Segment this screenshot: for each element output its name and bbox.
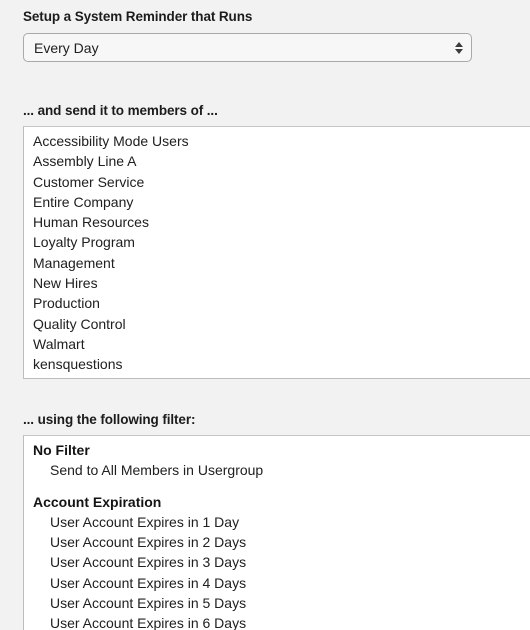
schedule-heading: Setup a System Reminder that Runs [23, 9, 253, 24]
usergroup-option[interactable]: Production [24, 293, 530, 313]
reminder-setup-form: Setup a System Reminder that Runs Every … [0, 0, 530, 630]
filter-listbox[interactable]: No Filter Send to All Members in Usergrou… [23, 435, 530, 630]
filter-heading: ... using the following filter: [23, 412, 196, 427]
filter-optgroup-label: No Filter [33, 442, 90, 458]
filter-option[interactable]: User Account Expires in 3 Days [24, 552, 530, 572]
filter-option[interactable]: Send to All Members in Usergroup [24, 460, 530, 480]
usergroup-listbox[interactable]: Accessibility Mode Users Assembly Line AC… [23, 126, 530, 379]
usergroup-option[interactable]: kensquestions [24, 354, 530, 374]
usergroup-option[interactable]: Assembly Line A [24, 151, 530, 171]
usergroup-option[interactable]: Walmart [24, 334, 530, 354]
members-heading: ... and send it to members of ... [23, 103, 218, 118]
schedule-frequency-value: Every Day [34, 39, 99, 56]
select-stepper-arrows-icon[interactable] [447, 34, 471, 61]
filter-option[interactable]: User Account Expires in 6 Days [24, 613, 530, 630]
usergroup-option[interactable]: Customer Service [24, 172, 530, 192]
filter-optgroup-label: Account Expiration [33, 493, 162, 510]
triangle-up-icon [455, 41, 463, 47]
usergroup-option[interactable]: Entire Company [24, 192, 530, 212]
usergroup-option[interactable]: New Hires [24, 273, 530, 293]
schedule-frequency-select[interactable]: Every Day [23, 33, 472, 62]
usergroup-option[interactable]: Human Resources [24, 212, 530, 232]
filter-option[interactable]: User Account Expires in 5 Days [24, 593, 530, 613]
optgroup-spacer [24, 481, 530, 492]
filter-option[interactable]: User Account Expires in 4 Days [24, 573, 530, 593]
filter-option[interactable]: User Account Expires in 1 Day [24, 512, 530, 532]
usergroup-option[interactable]: Accessibility Mode Users [24, 131, 530, 151]
usergroup-option[interactable]: Management [24, 253, 530, 273]
usergroup-option[interactable]: Quality Control [24, 314, 530, 334]
triangle-down-icon [455, 48, 463, 54]
usergroup-option[interactable]: Loyalty Program [24, 232, 530, 252]
filter-option[interactable]: User Account Expires in 2 Days [24, 532, 530, 552]
